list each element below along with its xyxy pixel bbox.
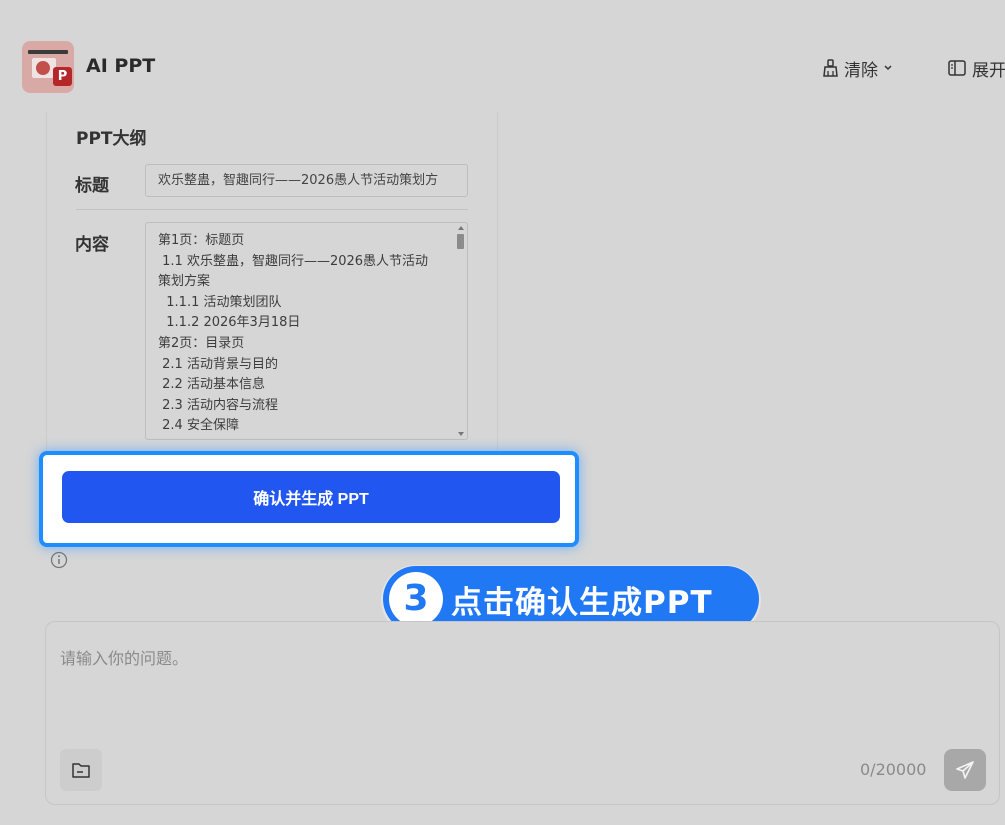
content-line: 2.2 活动基本信息 [158,377,265,393]
app-window: P AI PPT 清除 展开 PPT大纲 标题 欢乐整蛊，智趣同行——2026愚… [0,0,1005,825]
folder-icon [72,763,90,778]
title-label: 标题 [75,176,109,196]
char-counter: 0/20000 [860,760,927,779]
upload-file-button[interactable] [60,749,102,791]
broom-icon [823,58,838,77]
chat-input-placeholder[interactable]: 请输入你的问题。 [60,645,188,669]
confirm-generate-ppt-button[interactable]: 确认并生成 PPT [62,471,560,523]
clear-label: 清除 [844,60,878,81]
content-line: 2.4 安全保障 [158,418,239,434]
chevron-down-icon [884,65,892,71]
outline-content-textarea[interactable]: 第1页：标题页 1.1 欢乐整蛊，智趣同行——2026愚人节活动 策划方案 1.… [145,222,468,440]
content-label: 内容 [75,235,109,255]
content-line: 1.1.1 活动策划团队 [158,294,282,310]
scroll-up-arrow-icon[interactable] [458,226,464,230]
content-line: 1.1.2 2026年3月18日 [158,315,301,331]
scroll-thumb[interactable] [457,234,464,249]
send-button[interactable] [944,749,986,791]
clear-button[interactable]: 清除 [822,56,893,81]
outline-heading: PPT大纲 [76,129,147,149]
expand-label: 展开 [972,60,1005,81]
expand-sidebar-button[interactable]: 展开 [948,56,1005,81]
content-line: 策划方案 [158,274,211,290]
content-line: 第2页：目录页 [158,335,245,351]
sidebar-panel-icon [948,60,966,76]
outline-title-input[interactable]: 欢乐整蛊，智趣同行——2026愚人节活动策划方 [145,164,468,197]
app-title: AI PPT [86,55,156,77]
content-line: 1.1 欢乐整蛊，智趣同行——2026愚人节活动 [158,253,429,269]
step-number-badge: 3 [389,572,443,626]
content-line: 第1页：标题页 [158,233,245,248]
info-icon[interactable] [50,551,68,569]
outline-content-lines: 第1页：标题页 1.1 欢乐整蛊，智趣同行——2026愚人节活动 策划方案 1.… [158,231,450,437]
content-line: 2.1 活动背景与目的 [158,356,278,372]
send-icon [956,761,974,779]
scroll-down-arrow-icon[interactable] [458,432,464,436]
content-scrollbar[interactable] [457,226,465,436]
content-line: 2.3 活动内容与流程 [158,397,278,413]
ai-ppt-logo: P [22,41,74,93]
chat-input-box[interactable] [45,621,1000,805]
step-tip-text: 点击确认生成PPT [451,584,713,621]
divider [76,209,468,210]
